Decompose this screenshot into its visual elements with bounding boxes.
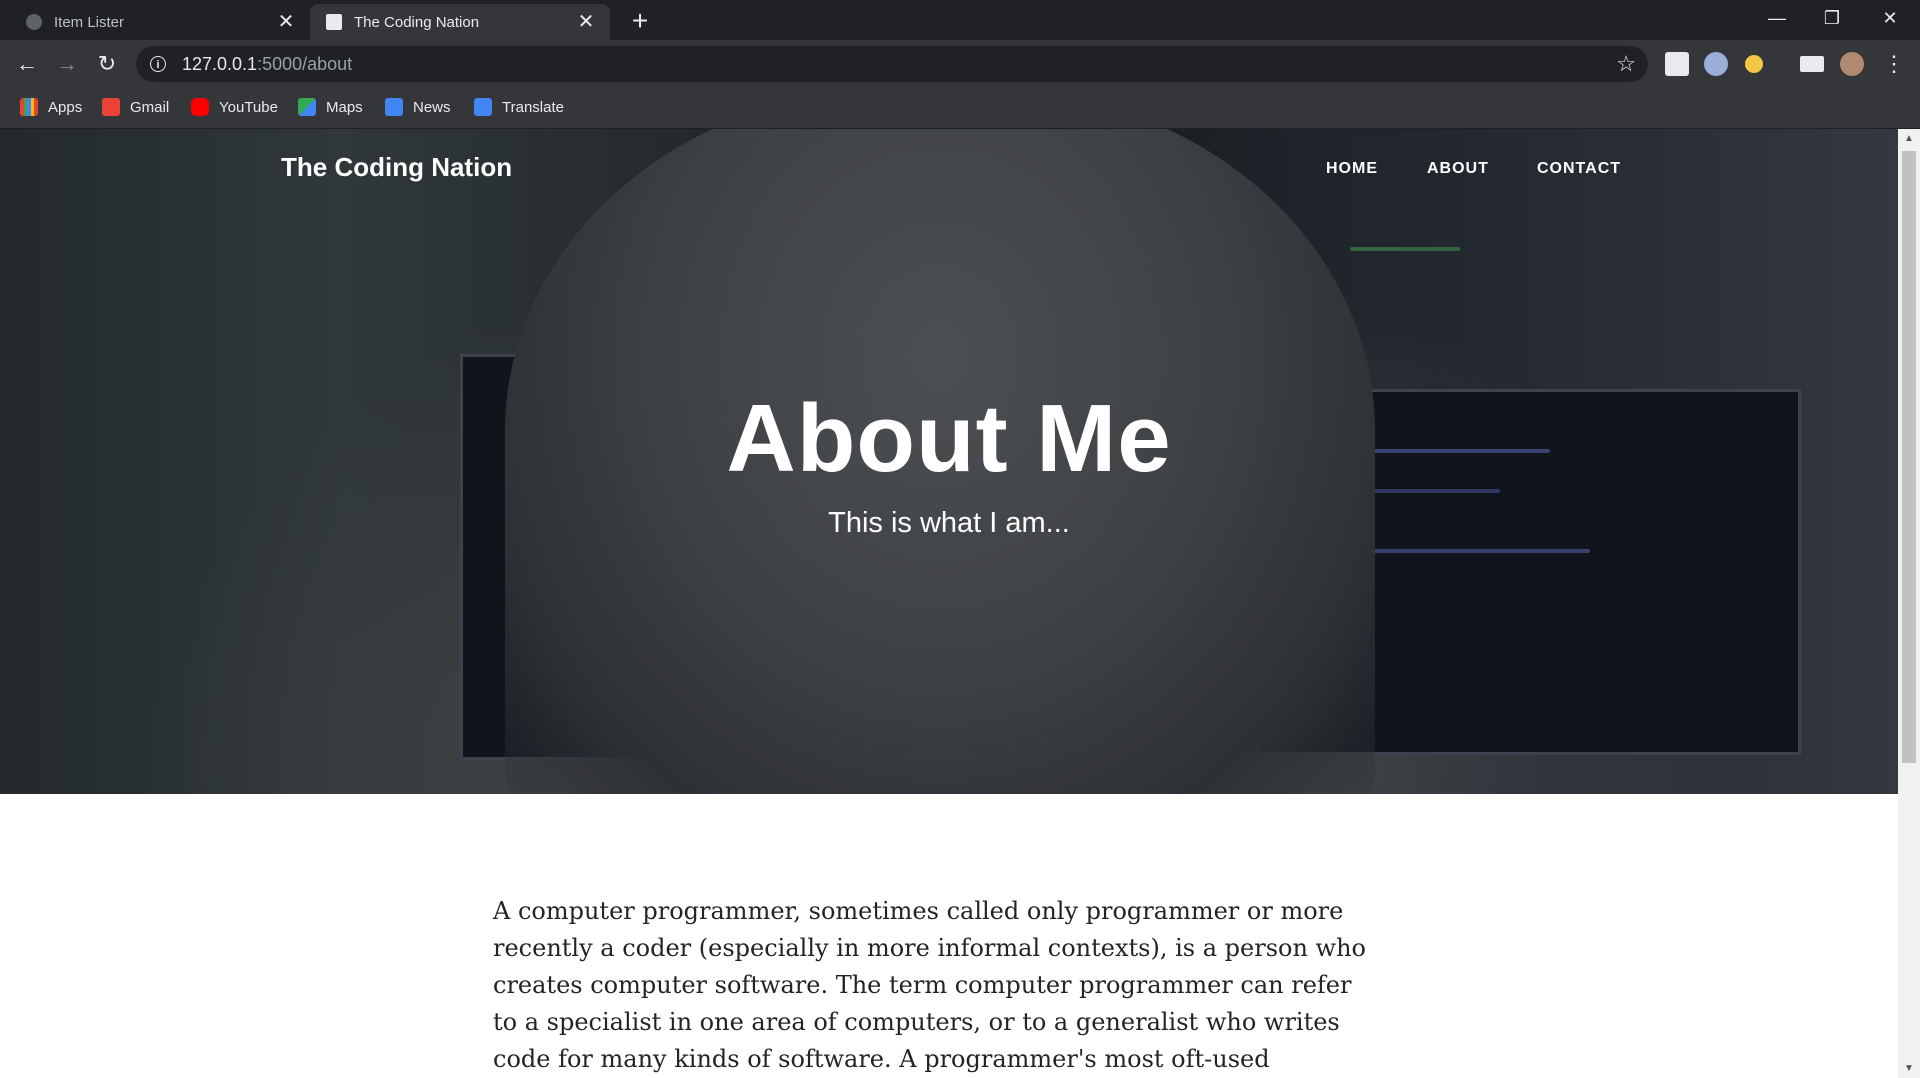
close-tab-icon[interactable]: ✕ xyxy=(576,12,596,32)
url-text[interactable]: 127.0.0.1:5000/about xyxy=(182,54,352,75)
bookmark-label: Gmail xyxy=(130,98,170,116)
extension-circle-icon[interactable] xyxy=(1704,52,1728,76)
nav-contact[interactable]: CONTACT xyxy=(1537,160,1621,178)
media-control-icon[interactable] xyxy=(1800,56,1824,72)
minimize-icon[interactable]: — xyxy=(1765,6,1789,30)
tab-title: The Coding Nation xyxy=(354,13,480,31)
tab-coding-nation[interactable]: The Coding Nation ✕ xyxy=(310,4,610,40)
page-title: About Me xyxy=(726,385,1172,492)
bookmark-star-icon[interactable]: ☆ xyxy=(1616,51,1636,77)
bookmark-youtube[interactable]: YouTube xyxy=(191,98,278,116)
extension-search-icon[interactable] xyxy=(1745,55,1763,73)
gmail-icon xyxy=(102,98,120,116)
extension-icon[interactable] xyxy=(1665,52,1689,76)
globe-icon xyxy=(26,14,42,30)
tab-title: Item Lister xyxy=(54,13,125,31)
scroll-down-icon[interactable]: ▼ xyxy=(1898,1063,1920,1074)
scroll-up-icon[interactable]: ▲ xyxy=(1898,133,1920,144)
hero-header: The Coding Nation HOME ABOUT CONTACT Abo… xyxy=(0,129,1898,794)
bookmark-apps[interactable]: Apps xyxy=(20,98,82,116)
bookmark-translate[interactable]: Translate xyxy=(474,98,564,116)
nav-home[interactable]: HOME xyxy=(1326,160,1378,178)
apps-grid-icon xyxy=(20,98,38,116)
reload-icon[interactable]: ↻ xyxy=(92,50,122,78)
menu-kebab-icon[interactable]: ⋮ xyxy=(1879,50,1909,78)
about-paragraph: A computer programmer, sometimes called … xyxy=(493,897,1366,1073)
bookmark-label: Maps xyxy=(326,98,363,116)
nav-about[interactable]: ABOUT xyxy=(1427,160,1489,178)
bookmark-label: YouTube xyxy=(219,98,278,116)
restore-icon[interactable]: ❐ xyxy=(1820,6,1844,30)
browser-toolbar: ← → ↻ i 127.0.0.1:5000/about ☆ ⋮ xyxy=(0,40,1920,88)
bookmark-label: Apps xyxy=(48,98,83,116)
site-info-icon[interactable]: i xyxy=(150,56,166,72)
address-bar[interactable]: i 127.0.0.1:5000/about ☆ xyxy=(136,46,1648,82)
tab-item-lister[interactable]: Item Lister ✕ xyxy=(0,4,310,40)
bookmark-news[interactable]: News xyxy=(385,98,451,116)
bookmark-maps[interactable]: Maps xyxy=(298,98,363,116)
new-tab-button[interactable]: + xyxy=(626,6,654,36)
maps-icon xyxy=(298,98,316,116)
url-host: 127.0.0.1 xyxy=(182,53,258,74)
bookmarks-bar: Apps Gmail YouTube Maps News Translate xyxy=(0,88,1920,129)
scrollbar-thumb[interactable] xyxy=(1902,151,1916,763)
page-viewport: The Coding Nation HOME ABOUT CONTACT Abo… xyxy=(0,129,1898,1078)
site-favicon-icon xyxy=(326,14,342,30)
bookmark-gmail[interactable]: Gmail xyxy=(102,98,169,116)
forward-icon[interactable]: → xyxy=(52,50,82,78)
close-window-icon[interactable]: ✕ xyxy=(1878,6,1902,30)
bookmark-label: News xyxy=(413,98,451,116)
profile-avatar[interactable] xyxy=(1840,52,1864,76)
news-icon xyxy=(385,98,403,116)
page-scrollbar[interactable]: ▲ ▼ xyxy=(1898,129,1920,1078)
bookmark-label: Translate xyxy=(502,98,564,116)
url-path: :5000/about xyxy=(257,53,353,74)
site-brand[interactable]: The Coding Nation xyxy=(281,152,512,183)
youtube-icon xyxy=(191,98,209,116)
back-icon[interactable]: ← xyxy=(12,50,42,78)
translate-icon xyxy=(474,98,492,116)
close-tab-icon[interactable]: ✕ xyxy=(276,12,296,32)
tab-strip: Item Lister ✕ The Coding Nation ✕ + — ❐ … xyxy=(0,0,1920,40)
page-subtitle: This is what I am... xyxy=(828,507,1070,539)
